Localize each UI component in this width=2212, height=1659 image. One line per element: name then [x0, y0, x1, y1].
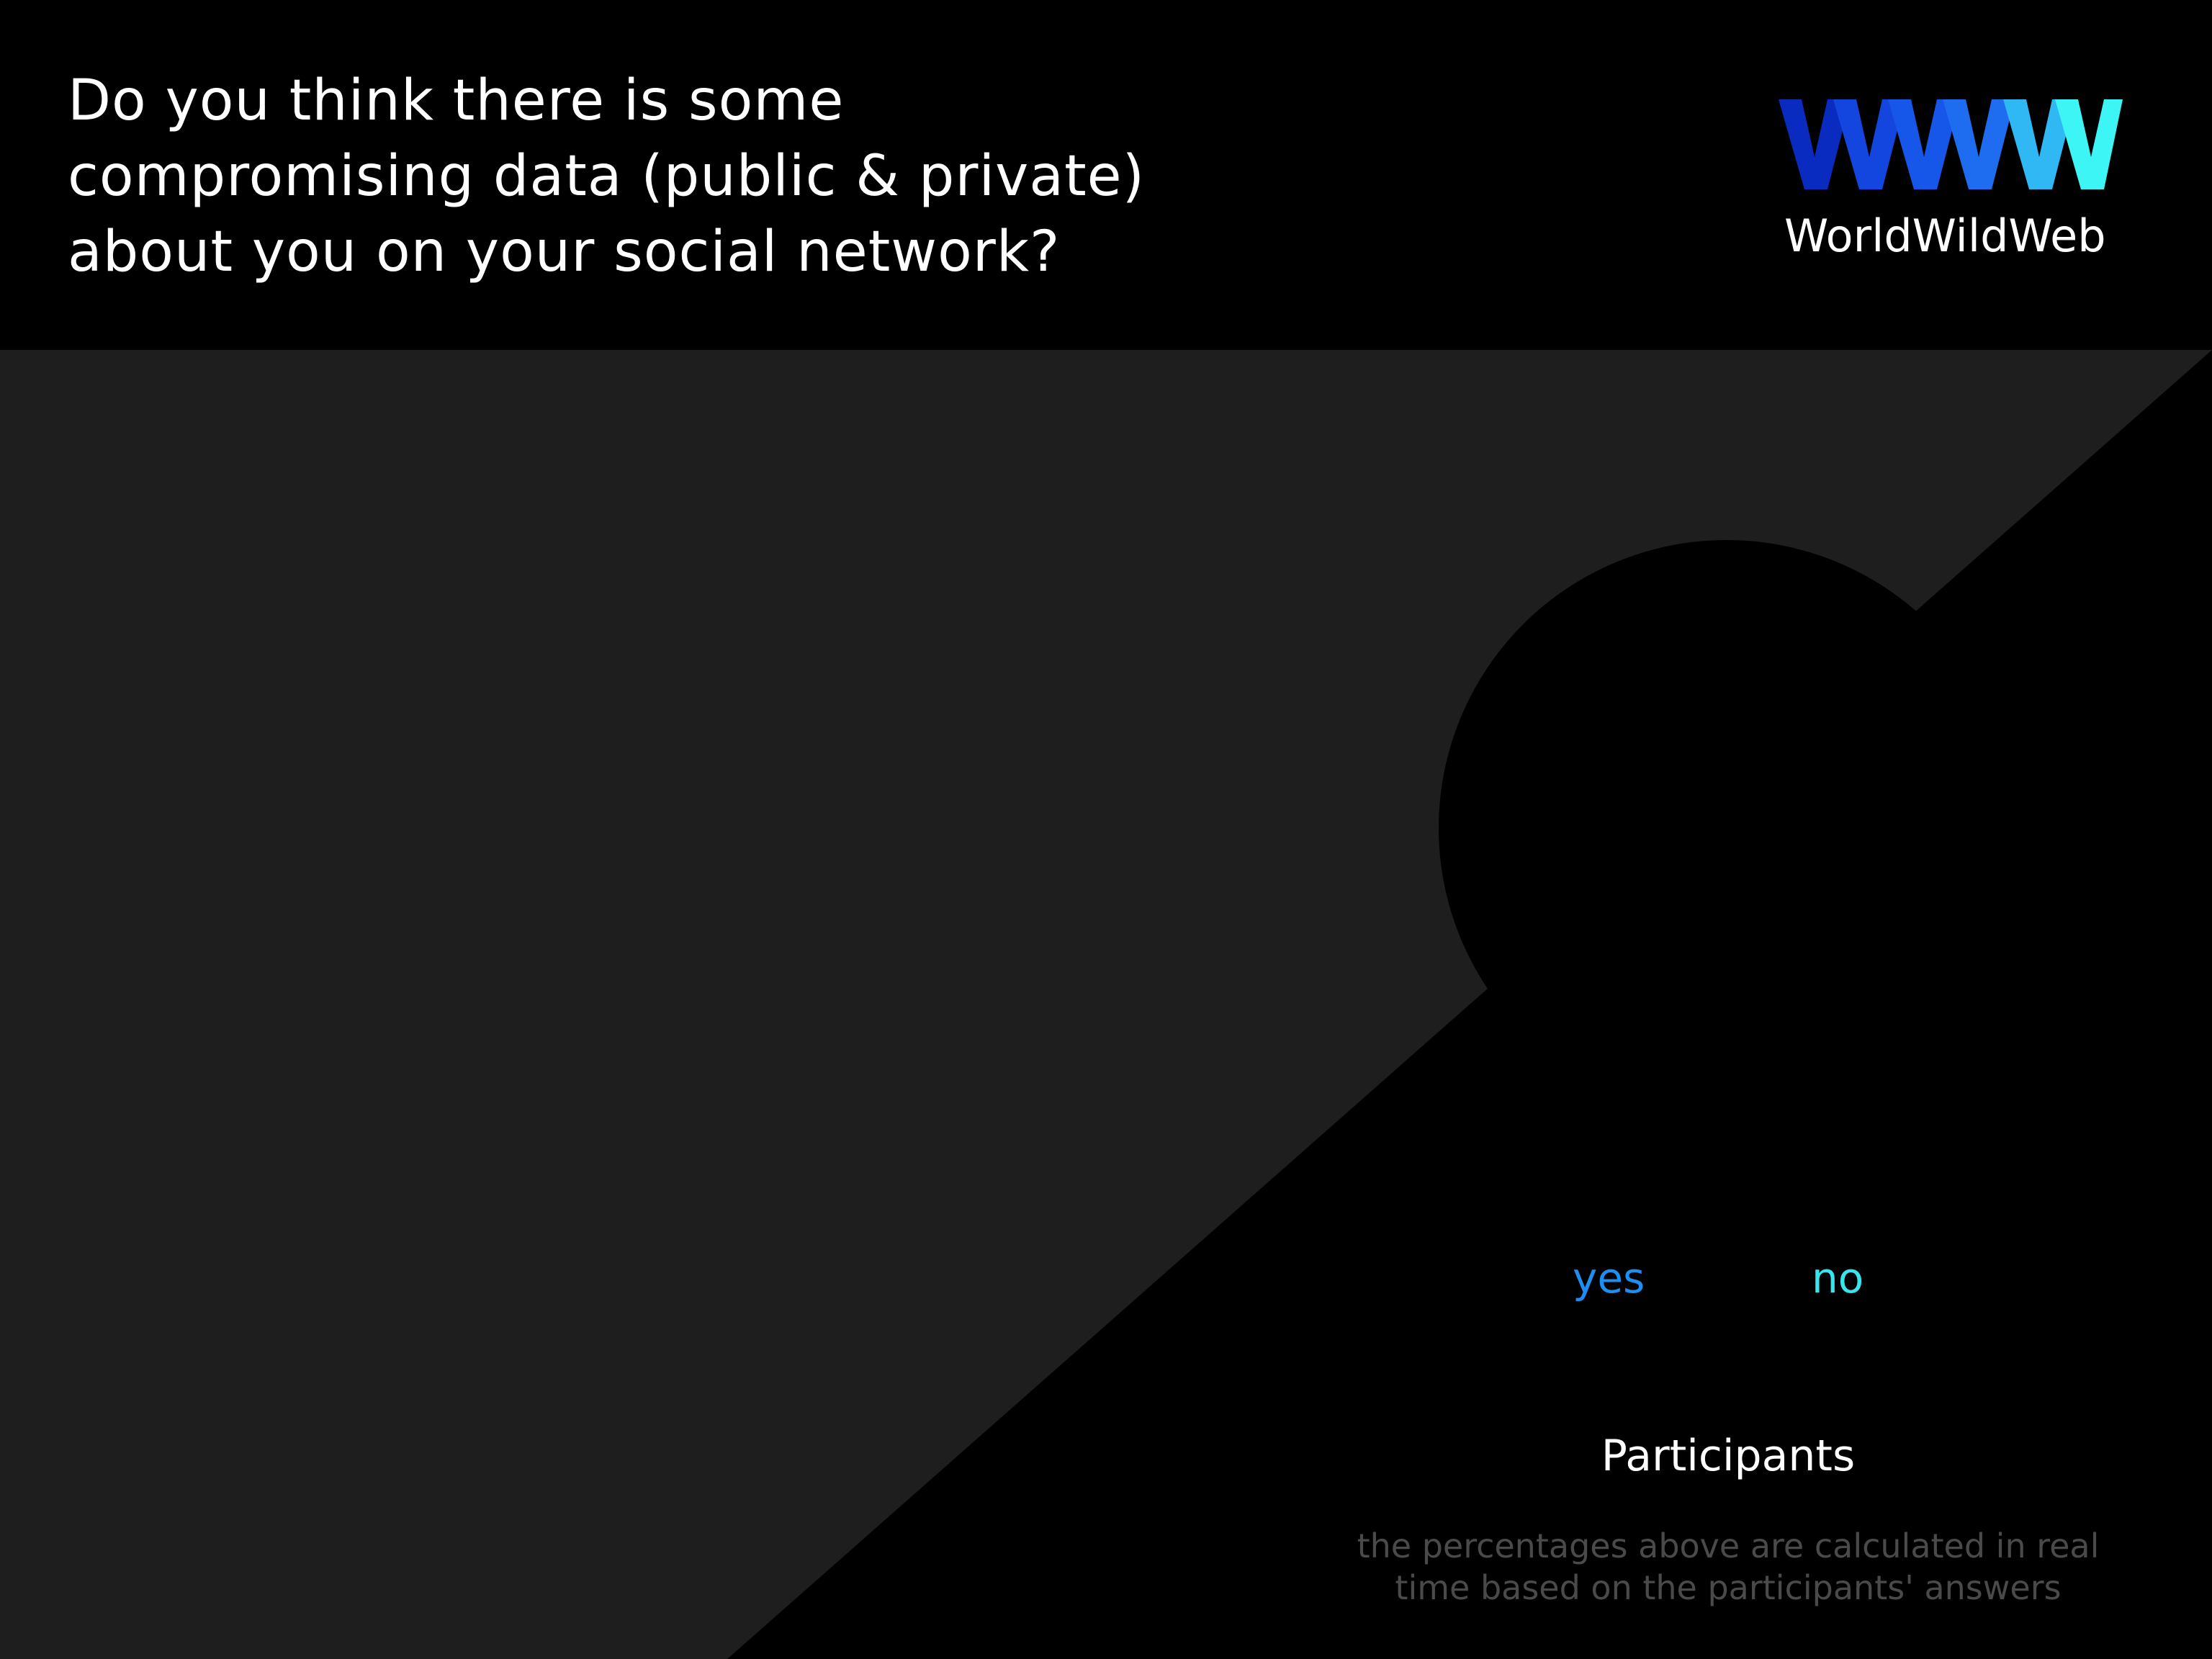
footnote-line-2: time based on the participants' answers — [1395, 1568, 2062, 1607]
question-line-1: Do you think there is some — [68, 68, 845, 133]
footnote-line-1: the percentages above are calculated in … — [1357, 1527, 2100, 1565]
question-line-2: compromising data (public & private) — [68, 144, 1146, 209]
www-logo-icon — [1779, 99, 2123, 189]
answer-yes-label: yes — [1573, 1254, 1645, 1303]
logo-name: WorldWildWeb — [1784, 210, 2106, 262]
answer-no-label: no — [1812, 1254, 1864, 1303]
logo: WorldWildWeb — [1779, 92, 2124, 272]
results-circle — [1439, 540, 2015, 1116]
footnote: the percentages above are calculated in … — [1325, 1525, 2131, 1609]
question-text: Do you think there is some compromising … — [68, 63, 1364, 290]
question-line-3: about you on your social network? — [68, 220, 1061, 284]
participants-label: Participants — [1601, 1431, 1856, 1481]
